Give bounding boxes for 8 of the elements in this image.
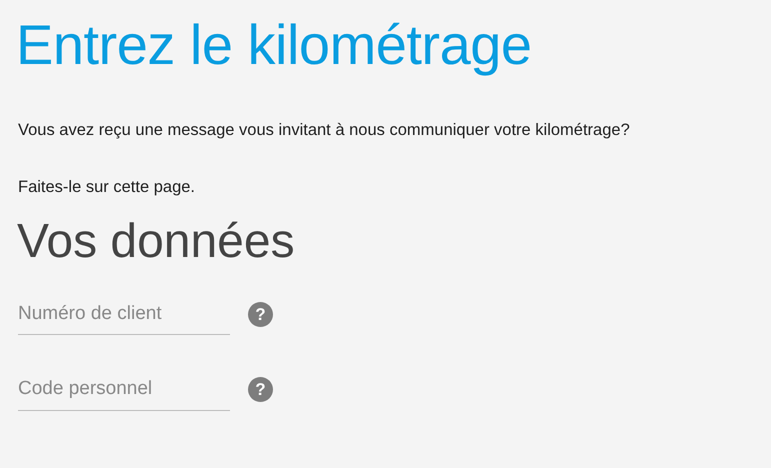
intro-text: Vous avez reçu une message vous invitant à nous communiquer votre kilométrage? bbox=[18, 120, 631, 141]
intro-text: Faites-le sur cette page. bbox=[18, 176, 196, 198]
page-title: Entrez le kilométrage bbox=[16, 12, 533, 78]
section-title: Vos données bbox=[17, 214, 296, 270]
input-field[interactable]: Code personnel bbox=[18, 369, 230, 410]
input-field[interactable]: Numéro de client bbox=[18, 294, 230, 335]
help-icon[interactable]: ? bbox=[248, 302, 273, 327]
help-icon[interactable]: ? bbox=[248, 377, 273, 402]
